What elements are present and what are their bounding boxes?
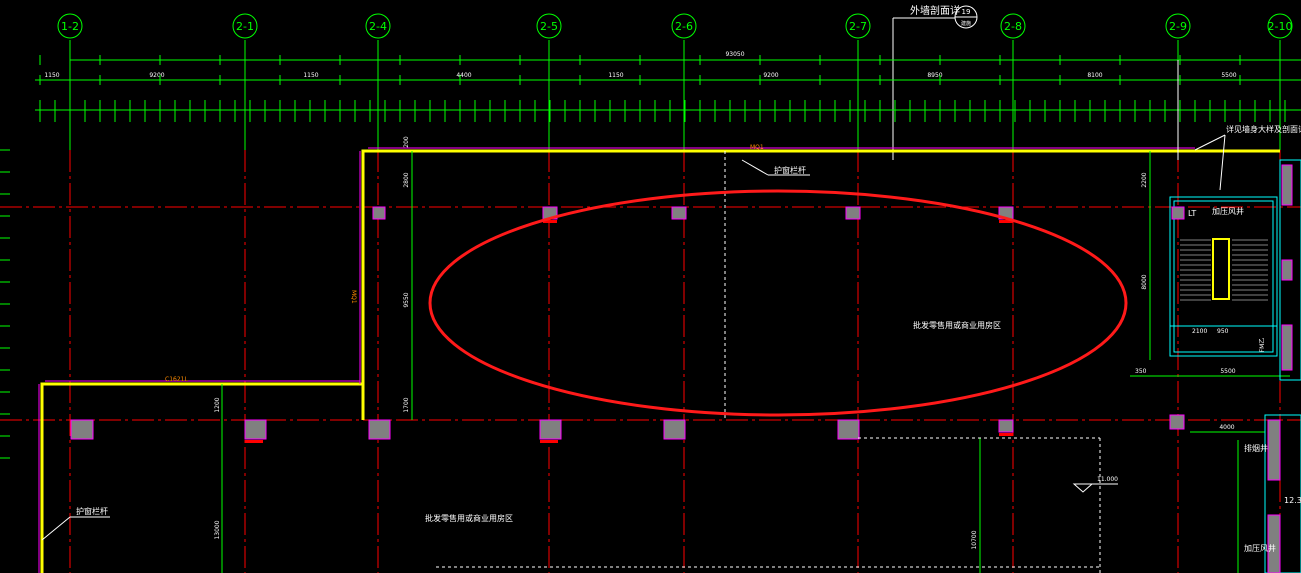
shaft-label: 排烟井 [1244,443,1268,453]
span-dim: 1150 [303,72,318,79]
grid-label: 2-10 [1268,20,1293,33]
grid-line-2-8: 2-8 [1000,13,1026,573]
overall-dim-text: 93050 [725,51,744,58]
dim-950: 950 [1217,328,1229,335]
guardrail-left-label: 护窗栏杆 [76,506,108,516]
zone-upper-label: 批发零售用或商业用房区 [913,320,1001,330]
span-dim: 5500 [1221,72,1236,79]
column [70,419,94,440]
lower-right-shafts: 排烟井 加压风井 12.32 [1237,414,1301,573]
side-note-label: 详见墙身大样及剖面详图 [1226,124,1301,134]
column [845,206,861,220]
grid-label: 2-8 [1004,20,1022,33]
overall-dimension: 93050 [70,51,1301,61]
section-callout: 外墙剖面详 19 建施 [892,4,978,160]
dim-13000: 13000 [214,520,221,539]
level-right: 12.32 [1284,496,1301,505]
grid-line-2-7: 2-7 [845,13,871,573]
column [1171,206,1185,220]
stair-core: LT 加压风井 2100 950 FM乙 [1169,159,1301,381]
grid-label: 1-2 [61,20,79,33]
column [1169,414,1185,430]
grid-line-2-6: 2-6 [671,13,697,573]
grid-line-2-4: 2-4 [365,13,391,573]
column-marker [540,440,558,443]
span-dim: 9200 [149,72,164,79]
section-callout-sheet: 建施 [961,20,971,27]
grid-label: 2-9 [1169,20,1187,33]
dim-2100: 2100 [1192,328,1207,335]
dim-8000: 8000 [1141,274,1148,289]
grid-label: 2-5 [540,20,558,33]
span-dim: 1150 [608,72,623,79]
elevation-text: 11.000 [1097,476,1118,483]
column [368,419,391,440]
cad-drawing-canvas[interactable]: 1-2 2-1 2-4 2-5 2-6 2-7 2-8 2-9 2-10 外墙剖… [0,0,1301,573]
internal-dimensions: 2800 9550 1700 200 1200 13000 10700 2200… [214,136,1290,573]
span-dim: 9200 [763,72,778,79]
span-dim-lead: 1150 [44,72,59,79]
span-dim: 8100 [1087,72,1102,79]
markup-ellipse[interactable] [428,189,1128,417]
guardrail-top-label: 护窗栏杆 [774,165,806,175]
stair-label: LT [1188,209,1196,218]
dashed-boundaries [436,60,1179,573]
grid-label: 2-1 [236,20,254,33]
grid-label: 2-6 [675,20,693,33]
dim-350: 350 [1135,368,1147,375]
dim-10700: 10700 [971,530,978,549]
horizontal-axes [0,206,1301,421]
stair-treads [1180,239,1268,301]
grid-line-2-5: 2-5 [536,13,562,573]
code-mq1: MQ1 [750,144,764,151]
column [372,206,386,220]
dim-2800: 2800 [403,172,410,187]
elevation-marker [1072,483,1094,493]
dim-5500: 5500 [1220,368,1235,375]
zone-lower-label: 批发零售用或商业用房区 [425,513,513,523]
columns [70,206,1185,443]
window-dimension-ticks [35,55,1301,122]
dim-4000: 4000 [1219,424,1234,431]
column [837,419,860,440]
span-dim: 4400 [456,72,471,79]
column [539,419,562,440]
section-callout-text: 外墙剖面详 [910,4,960,17]
dim-9550: 9550 [403,292,410,307]
grid-line-2-1: 2-1 [232,13,258,573]
grid-label: 2-4 [369,20,387,33]
column [671,206,687,220]
smoke-shaft-label: 加压风井 [1212,206,1244,216]
building-outline [38,147,1280,573]
column-marker [245,440,263,443]
dim-1200: 1200 [214,397,221,412]
column-marker [999,433,1013,436]
stair-well [1212,238,1230,300]
grid-axes: 1-2 2-1 2-4 2-5 2-6 2-7 2-8 2-9 2-10 [57,13,1293,573]
dim-2200: 2200 [1141,172,1148,187]
fire-door-label: FM乙 [1259,338,1266,353]
column [663,419,686,440]
column [244,419,267,440]
left-margin-marks [0,149,10,459]
drawing-labels: 护窗栏杆 护窗栏杆 批发零售用或商业用房区 批发零售用或商业用房区 11.000… [41,124,1301,541]
column [998,419,1014,433]
code-c: C1621L [165,376,188,383]
section-callout-num: 19 [962,8,971,16]
shaft-label-2: 加压风井 [1244,543,1276,553]
code-mq1-left: MQ1 [350,290,357,304]
grid-line-1-2: 1-2 [57,13,83,573]
dim-1700: 1700 [403,397,410,412]
grid-label: 2-7 [849,20,867,33]
span-dimensions: 1150 9200 1150 4400 1150 9200 8950 8100 … [35,72,1301,81]
dim-200: 200 [403,136,410,148]
